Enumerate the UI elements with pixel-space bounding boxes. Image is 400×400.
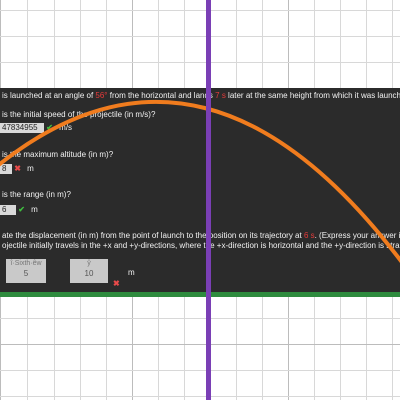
vertical-axis-line <box>206 0 211 400</box>
trajectory-curve <box>0 99 400 264</box>
trajectory-plot <box>0 99 400 264</box>
